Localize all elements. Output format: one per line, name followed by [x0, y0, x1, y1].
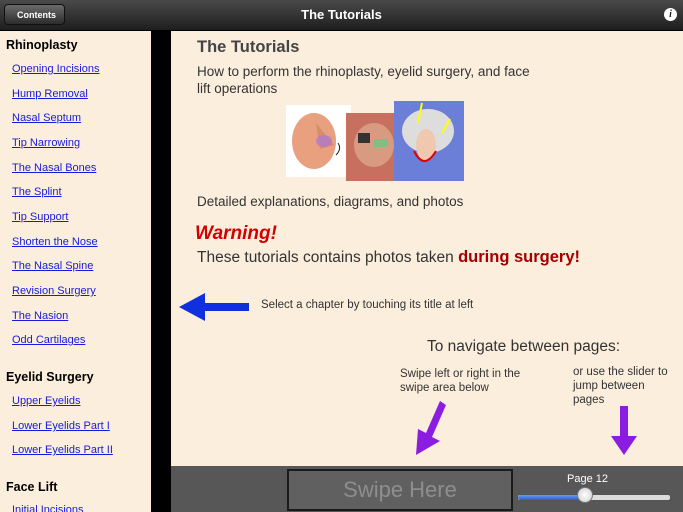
nose-photo-illustration — [286, 105, 351, 177]
chapter-link[interactable]: Upper Eyelids — [12, 395, 80, 407]
section-title-rhinoplasty: Rhinoplasty — [6, 38, 78, 52]
swipe-hint: Swipe left or right in the swipe area be… — [400, 368, 521, 394]
page-title: The Tutorials — [301, 7, 382, 22]
surgery-photo-notice: These tutorials contains photos taken du… — [197, 248, 580, 267]
navigate-heading: To navigate between pages: — [427, 338, 621, 355]
detail-text: Detailed explanations, diagrams, and pho… — [197, 194, 464, 209]
chapter-link[interactable]: The Nasal Bones — [12, 162, 96, 174]
eyelid-photo-illustration — [346, 113, 401, 181]
page-slider-fill — [518, 495, 587, 500]
page-number-label: Page 12 — [567, 473, 608, 485]
chapter-link[interactable]: Lower Eyelids Part I — [12, 420, 110, 432]
chapter-link[interactable]: Odd Cartilages — [12, 334, 85, 346]
chapter-link[interactable]: Nasal Septum — [12, 112, 81, 124]
tutorial-intro-page: The Tutorials How to perform the rhinopl… — [171, 31, 683, 466]
chapter-link[interactable]: The Nasal Spine — [12, 260, 93, 272]
chapter-link[interactable]: Tip Support — [12, 211, 68, 223]
chapter-link[interactable]: The Splint — [12, 186, 62, 198]
sidebar-divider — [151, 31, 171, 512]
chapter-sidebar: Rhinoplasty Opening Incisions Hump Remov… — [0, 31, 151, 512]
slider-hint: or use the slider to jump between pages — [573, 366, 668, 406]
chapter-link[interactable]: The Nasion — [12, 310, 68, 322]
chapter-link[interactable]: Revision Surgery — [12, 285, 96, 297]
ear-diagram-illustration — [394, 101, 464, 181]
left-arrow-icon — [179, 293, 249, 321]
intro-subtitle: How to perform the rhinoplasty, eyelid s… — [197, 64, 530, 96]
chapter-link[interactable]: Initial Incisions — [12, 504, 84, 512]
down-arrow-icon — [416, 401, 446, 455]
intro-heading: The Tutorials — [197, 38, 300, 56]
warning-label: Warning! — [195, 223, 277, 244]
down-arrow-icon — [611, 406, 637, 455]
swipe-area[interactable]: Swipe Here — [287, 469, 513, 511]
section-title-face-lift: Face Lift — [6, 480, 58, 494]
chapter-link[interactable]: Opening Incisions — [12, 63, 99, 75]
section-title-eyelid-surgery: Eyelid Surgery — [6, 370, 94, 384]
notice-emphasis: during surgery! — [458, 248, 581, 266]
chapter-link[interactable]: Lower Eyelids Part II — [12, 444, 113, 456]
page-slider-track[interactable] — [517, 494, 671, 501]
info-icon[interactable]: i — [664, 8, 677, 21]
surgery-illustrations — [286, 101, 464, 181]
chapter-link[interactable]: Hump Removal — [12, 88, 88, 100]
chapter-link[interactable]: Shorten the Nose — [12, 236, 98, 248]
select-chapter-hint: Select a chapter by touching its title a… — [261, 299, 474, 311]
notice-text: These tutorials contains photos taken — [197, 249, 454, 266]
chapter-link[interactable]: Tip Narrowing — [12, 137, 80, 149]
bottom-navigation-bar: Swipe Here Page 12 — [171, 466, 683, 512]
top-navigation-bar: Contents The Tutorials i — [0, 0, 683, 31]
